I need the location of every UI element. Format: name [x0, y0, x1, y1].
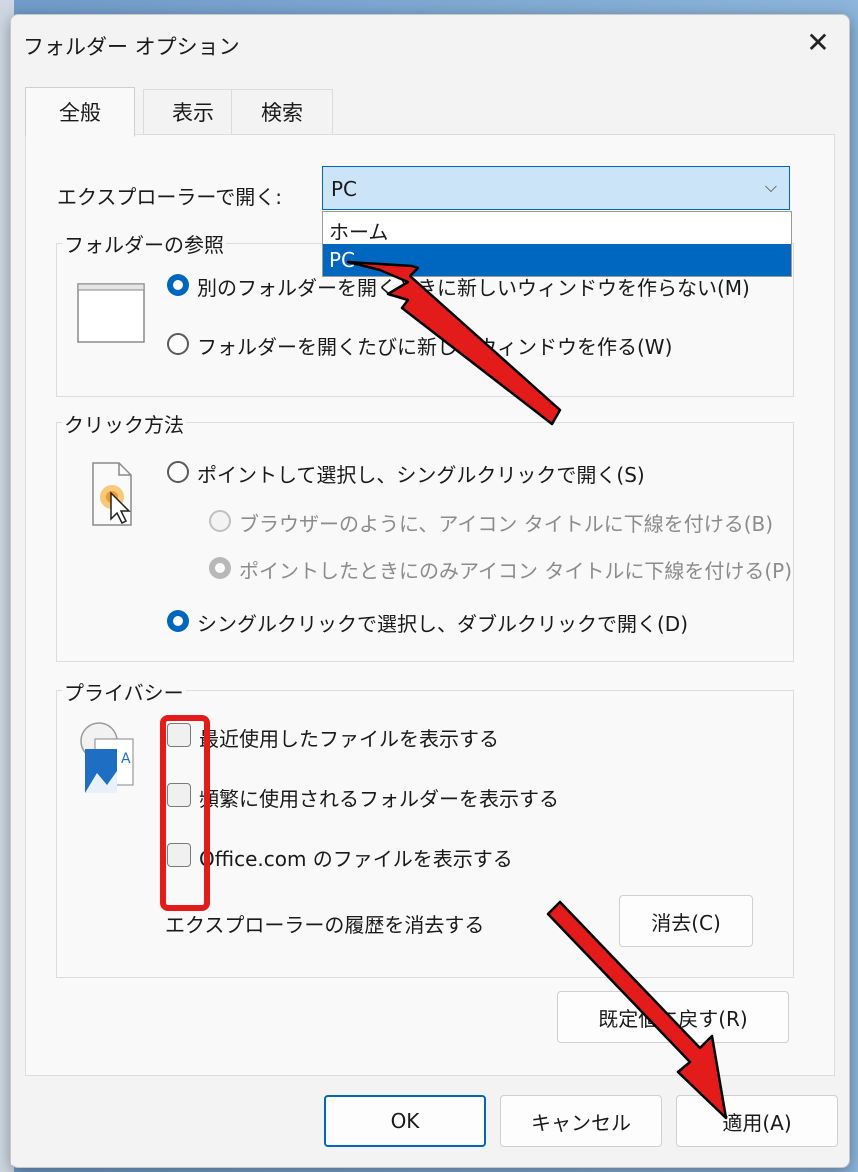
close-icon[interactable]: ✕: [803, 26, 833, 59]
click-method-legend: クリック方法: [62, 409, 186, 438]
tab-general[interactable]: 全般: [25, 87, 135, 137]
radio-underline-browser[interactable]: [209, 510, 231, 532]
browse-folders-legend: フォルダーの参照: [62, 229, 226, 258]
privacy-legend: プライバシー: [62, 677, 186, 706]
dialog-title: フォルダー オプション: [23, 35, 240, 59]
clear-history-label: エクスプローラーの履歴を消去する: [165, 913, 485, 937]
restore-defaults-button[interactable]: 既定値に戻す(R): [557, 991, 789, 1043]
radio-underline-hover[interactable]: [209, 557, 231, 579]
checkbox-recent-files-label: 最近使用したファイルを表示する: [199, 727, 499, 751]
click-pointer-icon: [92, 462, 132, 526]
open-explorer-dropdown: ホーム PC: [322, 211, 792, 277]
radio-single-click-open[interactable]: [167, 461, 189, 483]
radio-double-click-open[interactable]: [167, 610, 189, 632]
tab-search-label: 検索: [261, 101, 303, 125]
folder-options-dialog: フォルダー オプション ✕ 表示 検索 全般 エクスプローラーで開く: PC ⌵…: [10, 14, 850, 1168]
radio-underline-hover-label: ポイントしたときにのみアイコン タイトルに下線を付ける(P): [239, 559, 793, 583]
clear-history-button[interactable]: 消去(C): [619, 895, 753, 947]
dropdown-option-pc[interactable]: PC: [323, 244, 791, 276]
radio-same-window[interactable]: [167, 274, 189, 296]
tab-view[interactable]: 表示: [143, 89, 243, 134]
window-icon: [77, 283, 145, 343]
ok-button[interactable]: OK: [324, 1095, 486, 1147]
apply-button[interactable]: 適用(A): [676, 1095, 838, 1147]
dropdown-option-home[interactable]: ホーム: [323, 212, 791, 244]
radio-single-click-open-label: ポイントして選択し、シングルクリックで開く(S): [197, 463, 645, 487]
tab-general-label: 全般: [59, 101, 101, 125]
radio-new-window-label: フォルダーを開くたびに新しいウィンドウを作る(W): [197, 335, 673, 359]
tab-view-label: 表示: [172, 101, 214, 125]
tab-search[interactable]: 検索: [231, 89, 333, 134]
radio-double-click-open-label: シングルクリックで選択し、ダブルクリックで開く(D): [197, 612, 689, 636]
radio-underline-browser-label: ブラウザーのように、アイコン タイトルに下線を付ける(B): [239, 512, 774, 536]
ok-button-label: OK: [390, 1109, 420, 1133]
apply-button-label: 適用(A): [722, 1110, 792, 1135]
radio-new-window[interactable]: [167, 333, 189, 355]
annotation-highlight-box: [160, 715, 210, 911]
privacy-files-icon: A: [80, 722, 134, 793]
restore-defaults-button-label: 既定値に戻す(R): [598, 1006, 748, 1031]
chevron-down-icon: ⌵: [764, 177, 777, 196]
checkbox-office-files-label: Office.com のファイルを表示する: [199, 847, 513, 871]
checkbox-frequent-folders-label: 頻繁に使用されるフォルダーを表示する: [199, 787, 559, 811]
clear-history-button-label: 消去(C): [651, 910, 721, 935]
open-explorer-select[interactable]: PC ⌵: [322, 166, 790, 210]
cancel-button[interactable]: キャンセル: [500, 1095, 662, 1147]
svg-text:A: A: [121, 751, 131, 767]
open-explorer-label: エクスプローラーで開く:: [57, 185, 282, 209]
cancel-button-label: キャンセル: [531, 1110, 631, 1135]
open-explorer-value: PC: [331, 177, 358, 201]
